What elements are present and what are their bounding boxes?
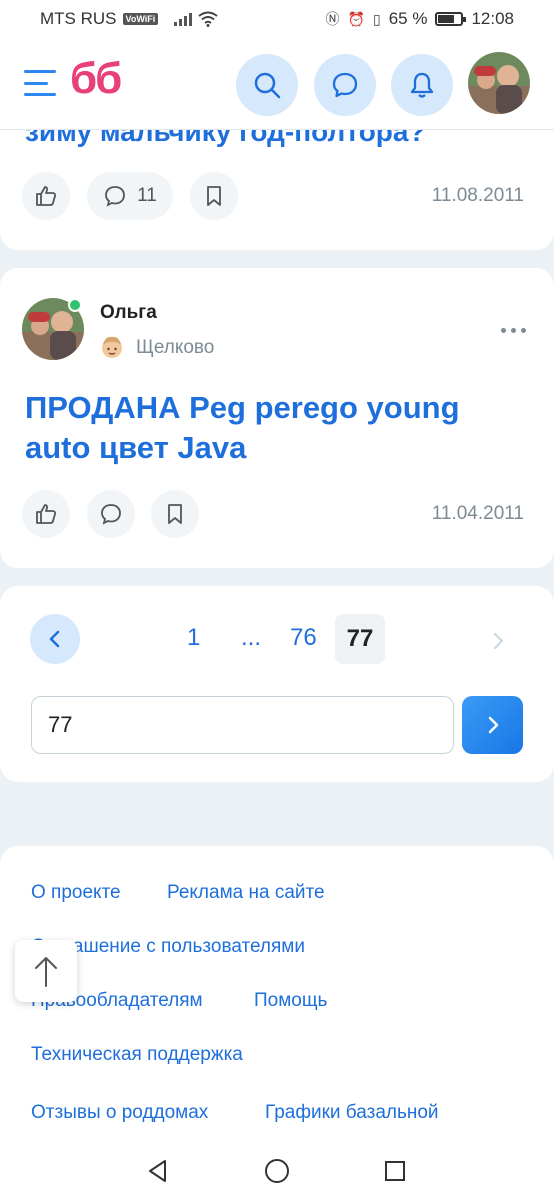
- page-ellipsis: ...: [241, 624, 262, 651]
- menu-icon[interactable]: [24, 70, 56, 96]
- user-avatar[interactable]: [468, 52, 530, 114]
- post-title[interactable]: ПРОДАНА Peg perego young auto цвет Java: [25, 388, 525, 468]
- battery-icon: [435, 12, 467, 26]
- chevron-right-icon: [488, 716, 498, 734]
- footer-link-help[interactable]: Помощь: [254, 990, 327, 1012]
- app-header: бб: [0, 40, 554, 130]
- footer-link-maternity-reviews[interactable]: Отзывы о роддомах: [31, 1102, 208, 1124]
- like-button[interactable]: [22, 172, 70, 220]
- arrow-up-icon: [35, 957, 57, 987]
- messages-button[interactable]: [314, 54, 376, 116]
- site-logo[interactable]: бб: [70, 54, 122, 104]
- comment-icon: [101, 504, 121, 525]
- pagination-card: 1 ... 76 77: [0, 586, 554, 782]
- vibrate-icon: ▯: [372, 10, 381, 27]
- home-circle-icon: [265, 1159, 289, 1183]
- comment-icon: [105, 186, 126, 207]
- page-current: 77: [335, 614, 385, 664]
- site-footer: О проекте Реклама на сайте Соглашение с …: [0, 846, 554, 1146]
- comments-button[interactable]: [87, 490, 135, 538]
- page-link-first[interactable]: 1: [187, 624, 200, 652]
- post-date: 11.04.2011: [431, 503, 524, 524]
- author-city: Щелково: [136, 337, 215, 358]
- page-number-input[interactable]: [31, 696, 454, 754]
- post-date: 11.08.2011: [431, 185, 524, 206]
- online-indicator: [68, 298, 82, 312]
- system-nav-bar: [0, 1140, 554, 1200]
- thumbs-up-icon: [36, 504, 57, 524]
- bell-icon: [410, 72, 434, 98]
- comments-count: 11: [137, 185, 157, 206]
- comments-button[interactable]: 11: [87, 172, 173, 220]
- post-card: Ольга Щелково ПРОДАНА Peg perego young a…: [0, 268, 554, 568]
- like-button[interactable]: [22, 490, 70, 538]
- recents-nav-button[interactable]: [380, 1156, 410, 1186]
- footer-link-ads[interactable]: Реклама на сайте: [167, 882, 325, 904]
- vowifi-badge: VoWiFi: [122, 13, 159, 25]
- carrier-label: MTS RUS: [40, 9, 117, 28]
- clock: 12:08: [471, 9, 514, 28]
- bookmark-icon: [168, 504, 182, 524]
- go-to-page-button[interactable]: [462, 696, 523, 754]
- chevron-left-icon: [49, 630, 60, 648]
- footer-link-about[interactable]: О проекте: [31, 882, 121, 904]
- author-name[interactable]: Ольга: [100, 302, 157, 324]
- nfc-icon: Ⓝ: [325, 11, 340, 27]
- wifi-icon: [198, 11, 218, 27]
- signal-icon: [174, 12, 193, 26]
- user-level-icon: [102, 336, 122, 358]
- home-nav-button[interactable]: [262, 1156, 292, 1186]
- search-button[interactable]: [236, 54, 298, 116]
- next-page-button[interactable]: [484, 626, 514, 656]
- footer-link-support[interactable]: Техническая поддержка: [31, 1044, 243, 1066]
- status-bar: MTS RUS VoWiFi Ⓝ ⏰ ▯ 65 % 12:08: [0, 0, 554, 40]
- page-link-76[interactable]: 76: [290, 624, 317, 652]
- chevron-right-icon: [494, 633, 503, 649]
- alarm-icon: ⏰: [347, 10, 365, 27]
- prev-page-button[interactable]: [30, 614, 80, 664]
- notifications-button[interactable]: [391, 54, 453, 116]
- chat-icon: [332, 72, 358, 98]
- back-nav-button[interactable]: [143, 1156, 173, 1186]
- back-triangle-icon: [149, 1160, 166, 1182]
- battery-percent: 65 %: [388, 9, 428, 28]
- more-options-icon[interactable]: [501, 328, 526, 333]
- bookmark-button[interactable]: [190, 172, 238, 220]
- thumbs-up-icon: [36, 186, 57, 206]
- scroll-to-top-button[interactable]: [15, 940, 77, 1002]
- bookmark-icon: [207, 186, 221, 206]
- recents-square-icon: [385, 1161, 405, 1181]
- footer-link-basal-charts[interactable]: Графики базальной: [265, 1102, 439, 1124]
- search-icon: [254, 72, 281, 99]
- bookmark-button[interactable]: [151, 490, 199, 538]
